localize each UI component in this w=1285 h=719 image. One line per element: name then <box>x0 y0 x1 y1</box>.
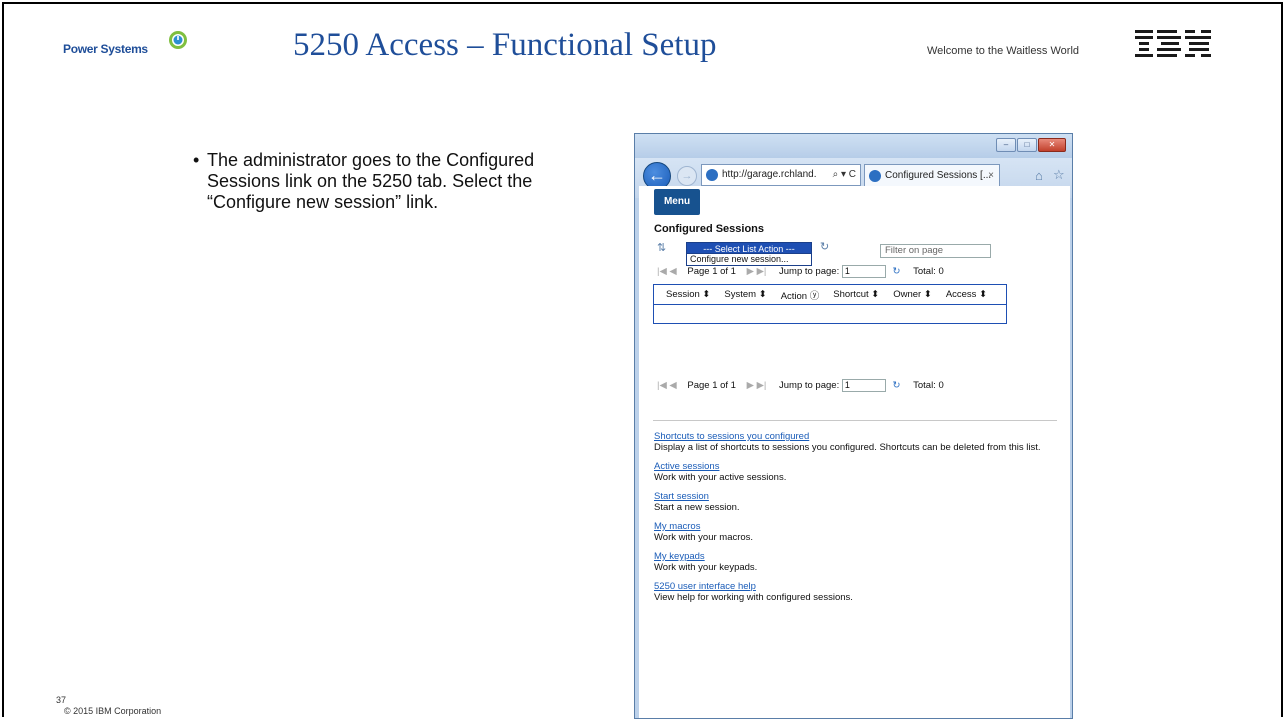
close-button[interactable]: ✕ <box>1038 138 1066 152</box>
power-systems-logo-icon <box>169 31 187 49</box>
tagline: Welcome to the Waitless World <box>927 45 1080 57</box>
jump-input[interactable]: 1 <box>841 265 886 278</box>
page-title: Configured Sessions <box>654 223 765 235</box>
refresh-icon[interactable]: ↻ <box>820 240 829 253</box>
link-description: Start a new session. <box>654 502 740 513</box>
link-my-keypads[interactable]: My keypads <box>654 551 1064 562</box>
link-description: Work with your active sessions. <box>654 472 787 483</box>
page-label: Page 1 of 1 <box>687 380 736 392</box>
list-item: Start session Start a new session. <box>654 491 1064 513</box>
go-refresh-icon[interactable]: ↻ <box>893 266 901 277</box>
link-description: View help for working with configured se… <box>654 592 853 603</box>
link-description: Display a list of shortcuts to sessions … <box>654 442 1041 453</box>
next-page-icon[interactable]: ▶ <box>747 380 754 391</box>
prev-page-icon[interactable]: ◀ <box>669 266 676 277</box>
list-item: Shortcuts to sessions you configured Dis… <box>654 431 1064 453</box>
link-description: Work with your macros. <box>654 532 754 543</box>
address-tools[interactable]: ⌕ ▾ C <box>833 165 856 185</box>
sessions-table: Session ⬍ System ⬍ Action ⓨ Shortcut ⬍ O… <box>653 284 1007 324</box>
globe-icon <box>706 169 718 181</box>
window-controls: – □ ✕ <box>996 138 1066 152</box>
go-refresh-icon[interactable]: ↻ <box>893 380 901 391</box>
list-item: My keypads Work with your keypads. <box>654 551 1064 573</box>
col-owner[interactable]: Owner ⬍ <box>893 289 932 300</box>
first-page-icon[interactable]: |◀ <box>657 266 667 277</box>
col-session[interactable]: Session ⬍ <box>666 289 710 300</box>
ibm-logo <box>1135 30 1211 57</box>
address-bar[interactable]: http://garage.rchland. ⌕ ▾ C <box>701 164 861 186</box>
minimize-button[interactable]: – <box>996 138 1016 152</box>
slide-title: 5250 Access – Functional Setup <box>293 27 717 63</box>
col-action[interactable]: Action ⓨ <box>781 288 820 302</box>
forward-arrow-icon[interactable]: → <box>677 166 697 186</box>
select-list-action[interactable]: --- Select List Action --- <box>686 242 812 254</box>
col-access[interactable]: Access ⬍ <box>946 289 987 300</box>
window-title-bar: – □ ✕ <box>635 134 1072 158</box>
jump-label: Jump to page: <box>779 266 840 278</box>
link-ui-help[interactable]: 5250 user interface help <box>654 581 1064 592</box>
favorites-star-icon[interactable]: ☆ <box>1053 167 1065 183</box>
tab-configured-sessions[interactable]: Configured Sessions [... × <box>864 164 1000 188</box>
first-page-icon[interactable]: |◀ <box>657 380 667 391</box>
filter-input[interactable]: Filter on page <box>880 244 991 258</box>
bullet-item: • The administrator goes to the Configur… <box>193 150 577 213</box>
menu-button[interactable]: Menu <box>654 189 700 215</box>
link-active-sessions[interactable]: Active sessions <box>654 461 1064 472</box>
bullet-dot: • <box>193 150 200 170</box>
next-page-icon[interactable]: ▶ <box>747 266 754 277</box>
list-item: My macros Work with your macros. <box>654 521 1064 543</box>
maximize-button[interactable]: □ <box>1017 138 1037 152</box>
address-text: http://garage.rchland. <box>722 169 817 180</box>
page-label: Page 1 of 1 <box>687 266 736 278</box>
links-list: Shortcuts to sessions you configured Dis… <box>654 431 1064 611</box>
pager-top: |◀ ◀ Page 1 of 1 ▶ ▶| Jump to page: 1 ↻ … <box>657 265 977 279</box>
divider <box>653 420 1057 421</box>
tab-label: Configured Sessions [... <box>885 170 992 181</box>
tab-globe-icon <box>869 170 881 182</box>
sort-icon[interactable]: ⇅ <box>657 241 666 254</box>
power-systems-brand: Power Systems <box>63 42 148 56</box>
list-item: 5250 user interface help View help for w… <box>654 581 1064 603</box>
last-page-icon[interactable]: ▶| <box>757 380 767 391</box>
link-start-session[interactable]: Start session <box>654 491 1064 502</box>
col-system[interactable]: System ⬍ <box>724 289 766 300</box>
bullet-text: The administrator goes to the Configured… <box>207 150 535 212</box>
col-shortcut[interactable]: Shortcut ⬍ <box>833 289 879 300</box>
link-my-macros[interactable]: My macros <box>654 521 1064 532</box>
link-shortcuts[interactable]: Shortcuts to sessions you configured <box>654 431 1064 442</box>
link-description: Work with your keypads. <box>654 562 758 573</box>
total-label: Total: 0 <box>913 380 944 392</box>
list-item: Active sessions Work with your active se… <box>654 461 1064 483</box>
copyright: © 2015 IBM Corporation <box>64 706 162 716</box>
home-icon[interactable]: ⌂ <box>1035 168 1043 183</box>
pager-bottom: |◀ ◀ Page 1 of 1 ▶ ▶| Jump to page: 1 ↻ … <box>657 379 977 393</box>
browser-screenshot: – □ ✕ ← → http://garage.rchland. ⌕ ▾ C C… <box>634 133 1073 719</box>
page-number: 37 <box>56 695 67 705</box>
tab-close-icon[interactable]: × <box>988 165 994 187</box>
total-label: Total: 0 <box>913 266 944 278</box>
jump-label: Jump to page: <box>779 380 840 392</box>
web-page: Menu Configured Sessions ⇅ --- Select Li… <box>639 186 1070 718</box>
table-header: Session ⬍ System ⬍ Action ⓨ Shortcut ⬍ O… <box>654 285 1006 305</box>
prev-page-icon[interactable]: ◀ <box>669 380 676 391</box>
last-page-icon[interactable]: ▶| <box>757 266 767 277</box>
jump-input[interactable]: 1 <box>841 379 886 392</box>
